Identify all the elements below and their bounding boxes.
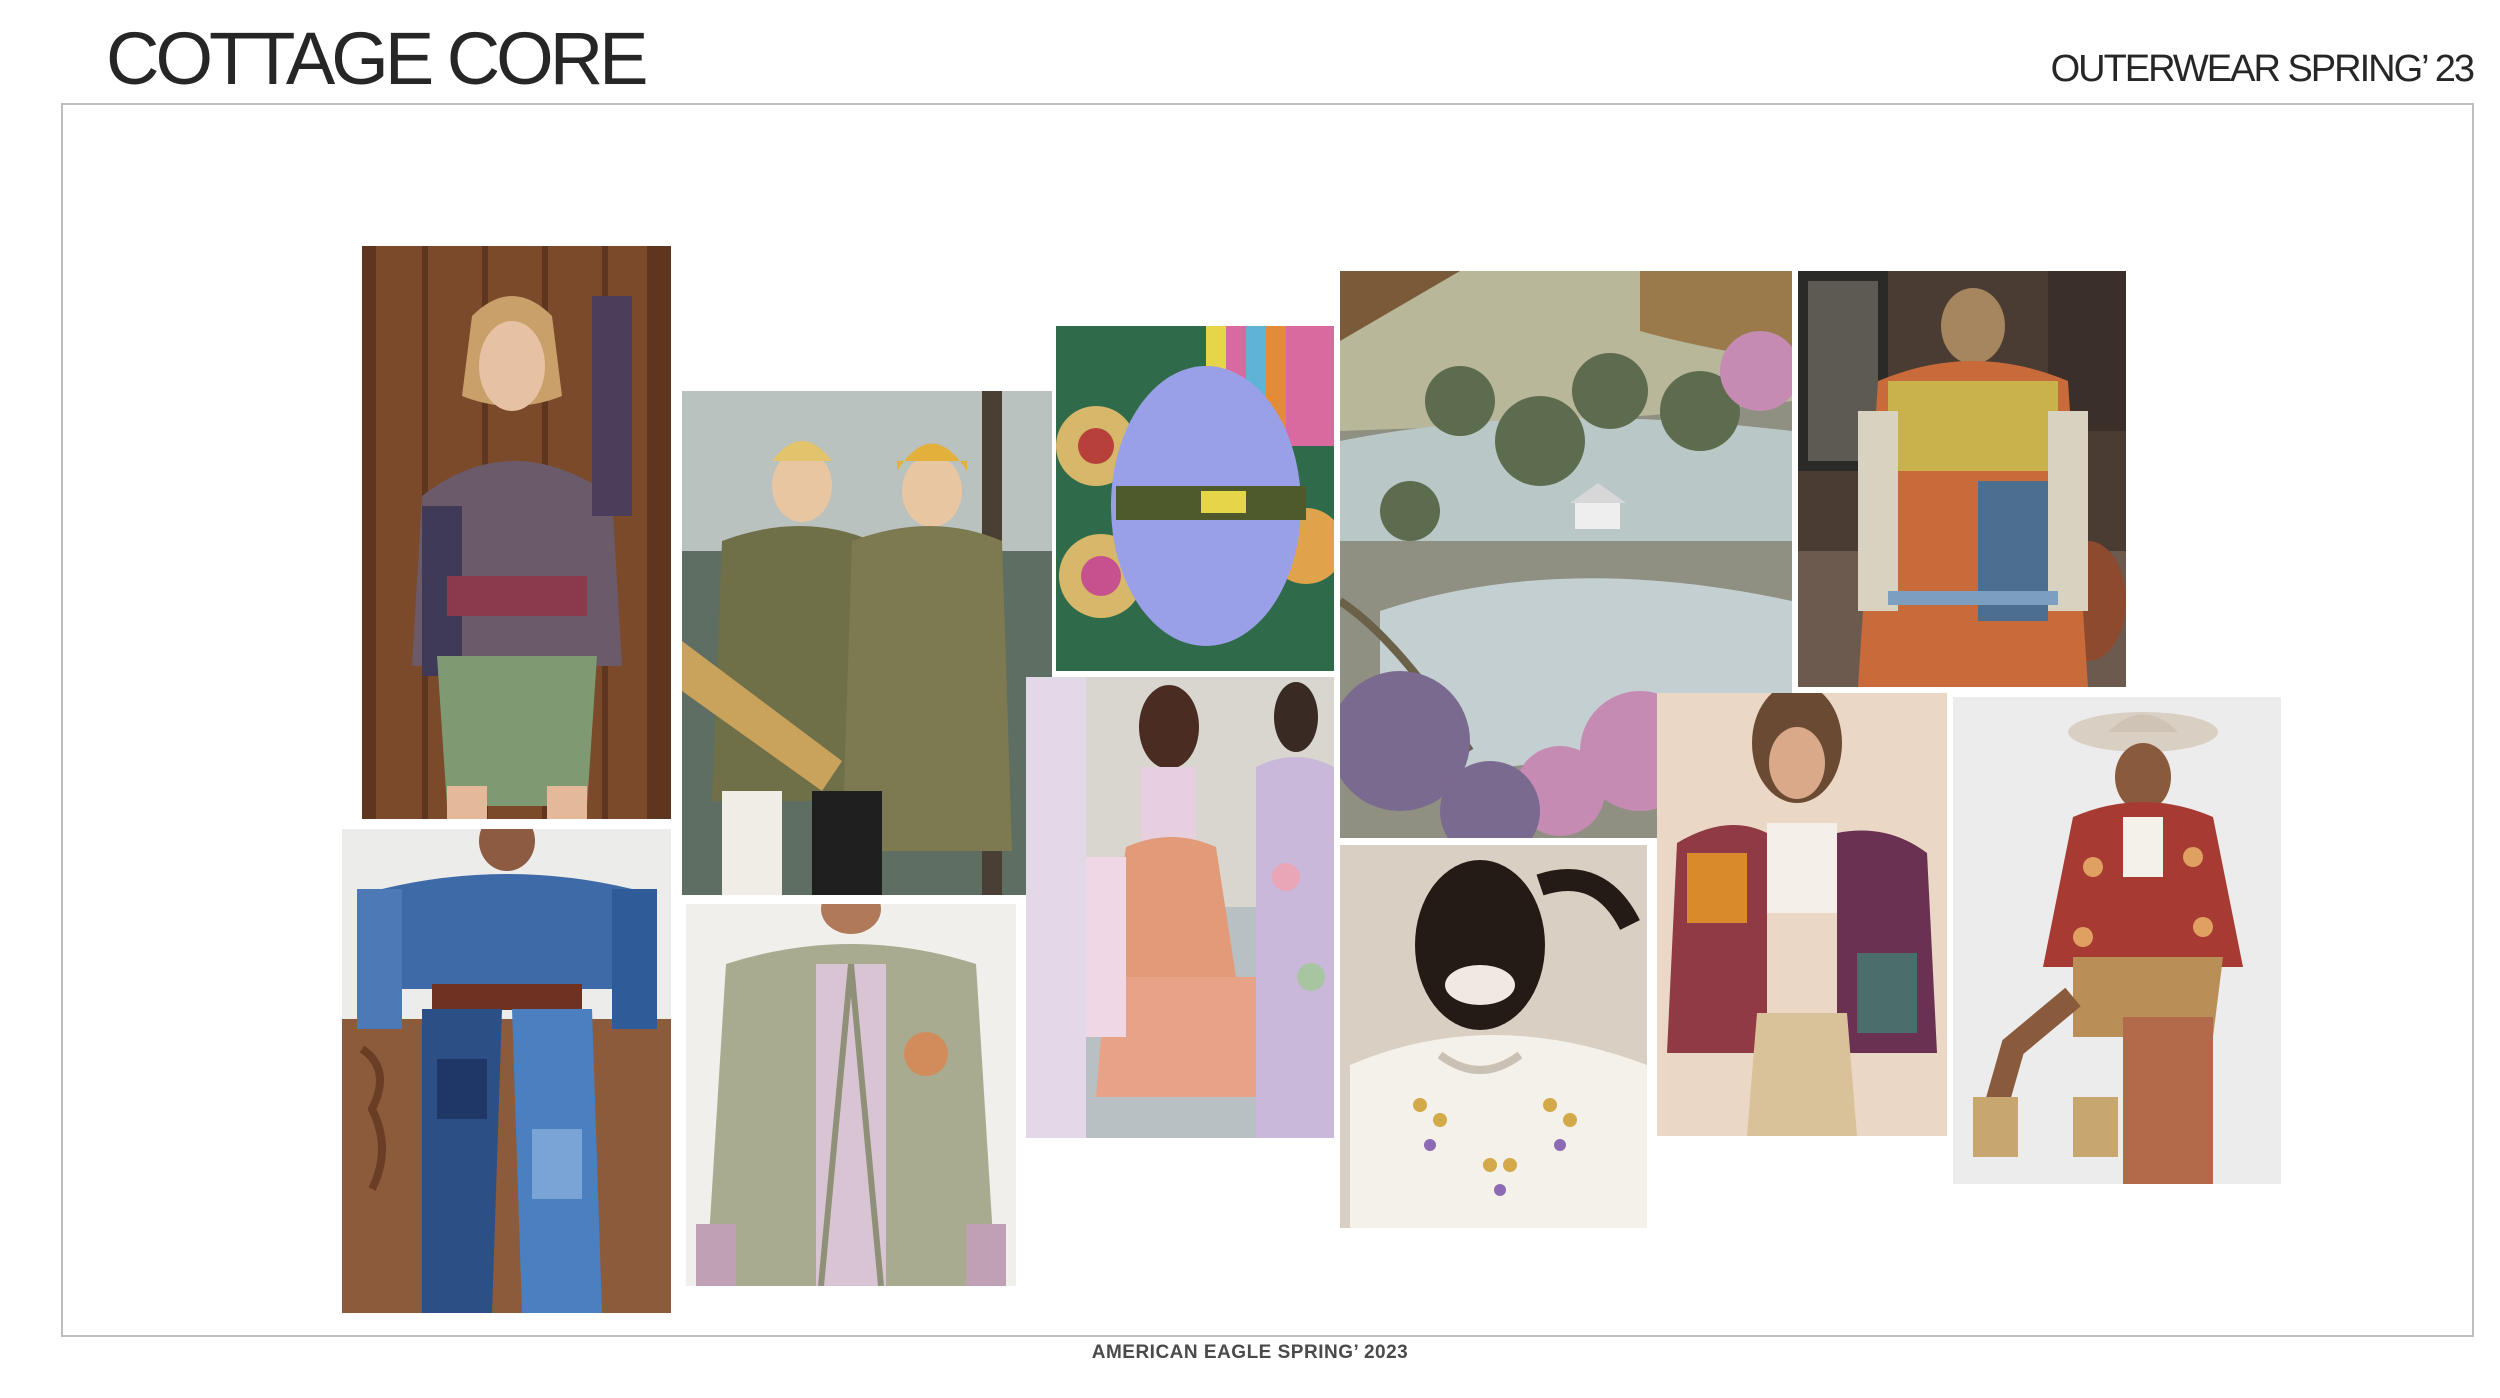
photo-patchwork-coat-back [1798, 271, 2126, 687]
photo-denim-patchwork-jumpsuit [342, 829, 671, 1313]
page-footer: AMERICAN EAGLE SPRING’ 2023 [1091, 1342, 1409, 1363]
photo-embroidered-knit-smile [1340, 845, 1647, 1228]
photo-peach-ruffle-dresses [1026, 677, 1334, 1138]
photo-prairie-blouse-wood-wall [362, 246, 671, 819]
photo-paisley-jacket-hat [1953, 697, 2281, 1184]
photo-quilted-vests-map [682, 391, 1052, 895]
collection-subtitle: OUTERWEAR SPRING’ 23 [2050, 48, 2475, 90]
photo-crochet-fur-slide [1056, 326, 1334, 671]
photo-quilted-bomber [1657, 693, 1947, 1136]
photo-quilted-liner-jacket [686, 904, 1016, 1286]
page-title: COTTAGE CORE [106, 17, 649, 100]
